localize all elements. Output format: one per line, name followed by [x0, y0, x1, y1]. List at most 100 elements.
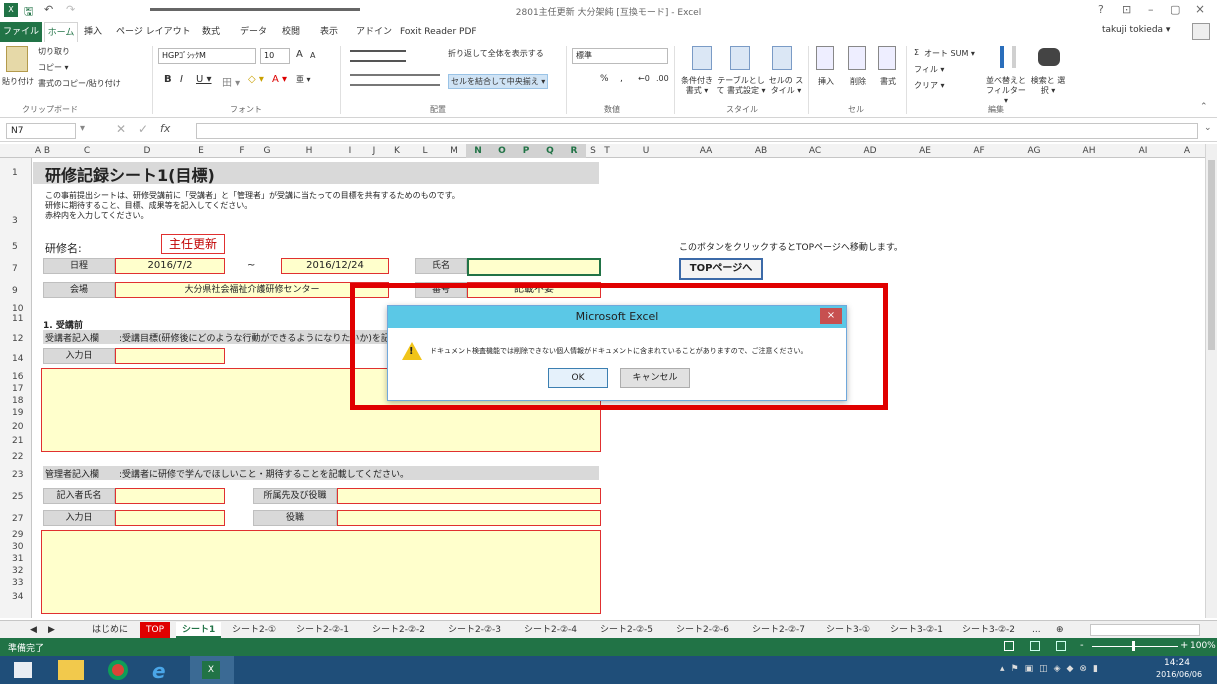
zoom-slider-thumb[interactable] [1132, 641, 1135, 651]
manager-expectation-textarea[interactable] [41, 530, 601, 614]
format-painter-button[interactable]: 書式のコピー/貼り付け [38, 78, 121, 89]
tab-foxit[interactable]: Foxit Reader PDF [400, 22, 477, 42]
col-f[interactable]: F [230, 144, 254, 158]
system-tray-icons[interactable]: ▴⚑▣◫◈◆⊗▮ [1000, 664, 1120, 676]
vertical-scrollbar[interactable] [1205, 144, 1217, 618]
conditional-format-button[interactable]: 条件付き 書式 ▾ [676, 76, 718, 96]
row-number[interactable]: 12 [0, 334, 32, 344]
sheet-tab[interactable]: シート2-②-6 [676, 622, 729, 638]
row-number[interactable]: 7 [0, 264, 32, 274]
zoom-in-button[interactable]: + [1180, 640, 1188, 651]
tab-home[interactable]: ホーム [44, 22, 78, 42]
col-i[interactable]: I [338, 144, 362, 158]
col-ae[interactable]: AE [898, 144, 952, 158]
row-number[interactable]: 18 [0, 396, 32, 406]
row-number[interactable]: 14 [0, 354, 32, 364]
sheet-tab-top[interactable]: TOP [140, 622, 171, 638]
format-cells-icon[interactable] [878, 46, 896, 70]
row-number[interactable]: 5 [0, 242, 32, 252]
tab-data[interactable]: データ [240, 22, 267, 42]
insert-cells-icon[interactable] [816, 46, 834, 70]
font-color-button[interactable]: A ▾ [272, 74, 287, 85]
row-number[interactable]: 21 [0, 436, 32, 446]
italic-button[interactable]: I [180, 74, 183, 85]
sheet-tab[interactable]: シート2-②-7 [752, 622, 805, 638]
underline-button[interactable]: U ▾ [196, 74, 212, 85]
sheet-tab[interactable]: シート3-②-2 [962, 622, 1015, 638]
horizontal-scrollbar[interactable] [1090, 624, 1200, 636]
col-aa[interactable]: AA [678, 144, 734, 158]
col-o[interactable]: O [490, 144, 514, 158]
zoom-slider[interactable] [1092, 646, 1178, 647]
percent-button[interactable]: % [600, 74, 609, 84]
row-number[interactable]: 32 [0, 566, 32, 576]
col-m[interactable]: M [442, 144, 466, 158]
zoom-level[interactable]: 100% [1190, 641, 1216, 651]
minimize-icon[interactable]: – [1148, 3, 1154, 16]
internet-explorer-icon[interactable]: e [152, 659, 166, 683]
collapse-ribbon-icon[interactable]: ⌃ [1200, 102, 1208, 112]
sheet-tab[interactable]: シート3-②-1 [890, 622, 943, 638]
wrap-text-button[interactable]: 折り返して全体を表示する [448, 48, 544, 59]
col-g[interactable]: G [254, 144, 280, 158]
fill-color-button[interactable]: ◇ ▾ [248, 74, 264, 85]
clear-button[interactable]: クリア ▾ [914, 80, 945, 91]
row-number[interactable]: 27 [0, 514, 32, 524]
col-aj[interactable]: A [1170, 144, 1204, 158]
sheet-tab[interactable]: シート2-②-3 [448, 622, 501, 638]
sheet-next-icon[interactable]: ▶ [48, 622, 55, 638]
name-field[interactable] [467, 258, 601, 276]
tab-file[interactable]: ファイル [0, 22, 42, 42]
paste-icon[interactable] [6, 46, 28, 72]
course-value[interactable]: 主任更新 [161, 234, 225, 254]
row-number[interactable]: 33 [0, 578, 32, 588]
grow-font-button[interactable]: A [296, 49, 303, 60]
position-field[interactable] [337, 510, 601, 526]
number-format-select[interactable]: 標準 [572, 48, 668, 64]
col-h[interactable]: H [280, 144, 338, 158]
increase-decimal-button[interactable]: ←0 [638, 74, 650, 83]
tab-addins[interactable]: アドイン [356, 22, 392, 42]
binoculars-icon[interactable] [1038, 48, 1060, 66]
col-e[interactable]: E [172, 144, 230, 158]
cancel-entry-icon[interactable]: ✕ [116, 122, 126, 136]
paste-button[interactable]: 貼り付け [2, 76, 34, 87]
col-l[interactable]: L [408, 144, 442, 158]
entry-date-field[interactable] [115, 348, 225, 364]
chrome-icon[interactable] [108, 660, 128, 680]
format-as-table-button[interactable]: テーブルとして 書式設定 ▾ [714, 76, 768, 96]
col-k[interactable]: K [386, 144, 408, 158]
row-number[interactable]: 25 [0, 492, 32, 502]
windows-start-icon[interactable] [14, 662, 32, 678]
col-t[interactable]: T [600, 144, 614, 158]
clock-time[interactable]: 14:24 [1164, 658, 1190, 668]
venue-value[interactable]: 大分県社会福祉介護研修センター [115, 282, 389, 298]
delete-cells-icon[interactable] [848, 46, 866, 70]
col-u[interactable]: U [614, 144, 678, 158]
find-select-button[interactable]: 検索と 選択 ▾ [1030, 76, 1066, 96]
zoom-out-button[interactable]: - [1080, 640, 1084, 651]
tab-review[interactable]: 校閲 [282, 22, 300, 42]
entry-date-2-field[interactable] [115, 510, 225, 526]
row-number[interactable]: 9 [0, 286, 32, 296]
row-number[interactable]: 11 [0, 314, 32, 324]
comma-button[interactable]: , [620, 74, 623, 84]
decrease-decimal-button[interactable]: .00 [656, 74, 669, 83]
phonetic-button[interactable]: 亜 ▾ [296, 74, 311, 85]
row-number[interactable]: 22 [0, 452, 32, 462]
sheet-tab[interactable]: シート2-②-1 [296, 622, 349, 638]
col-ah[interactable]: AH [1062, 144, 1116, 158]
col-s[interactable]: S [586, 144, 600, 158]
row-number[interactable]: 34 [0, 592, 32, 602]
bold-button[interactable]: B [164, 74, 172, 85]
font-name-select[interactable]: HGPｺﾞｼｯｸM [158, 48, 256, 64]
col-p[interactable]: P [514, 144, 538, 158]
row-number[interactable]: 19 [0, 408, 32, 418]
page-break-view-icon[interactable] [1056, 641, 1066, 651]
sheet-tab[interactable]: はじめに [92, 622, 128, 638]
row-number[interactable]: 1 [0, 168, 32, 178]
maximize-icon[interactable]: ▢ [1170, 3, 1180, 16]
writer-name-field[interactable] [115, 488, 225, 504]
format-as-table-icon[interactable] [730, 46, 750, 70]
user-account[interactable]: takuji tokieda ▾ [1102, 25, 1170, 35]
